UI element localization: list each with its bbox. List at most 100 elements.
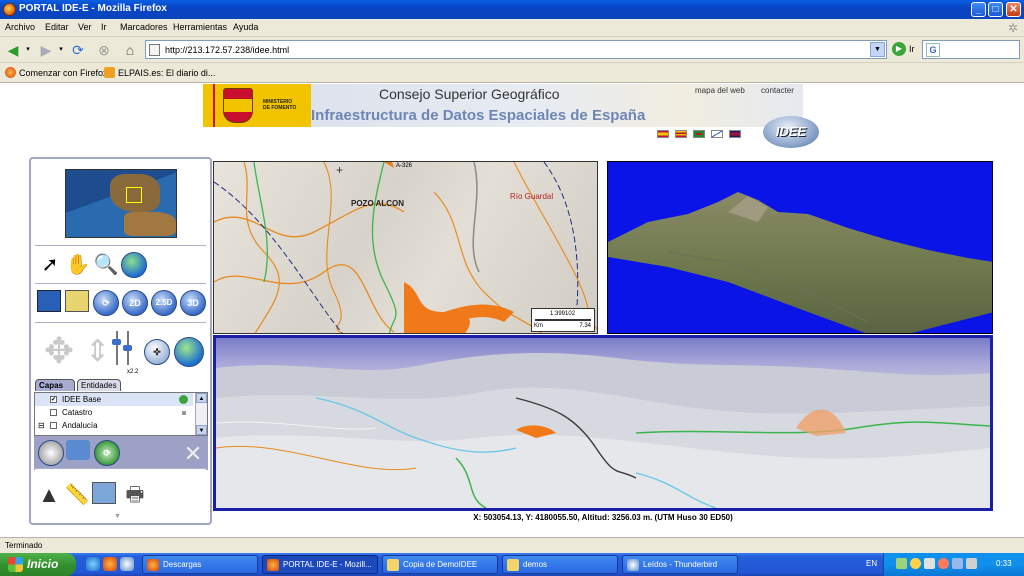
earth-globe-icon[interactable]	[174, 337, 204, 367]
google-search-icon[interactable]: G	[926, 43, 940, 57]
layer-checkbox[interactable]	[50, 409, 57, 416]
refresh-view-icon[interactable]: ⟳	[93, 290, 119, 316]
back-arrow-icon[interactable]: ◀	[3, 40, 23, 60]
idee-logo: IDEE	[763, 116, 819, 148]
menu-marcadores[interactable]: Marcadores	[120, 22, 168, 32]
stop-icon[interactable]: ⊗	[94, 40, 114, 60]
contact-link[interactable]: contacter	[761, 86, 794, 95]
measure-ruler-icon[interactable]: 📏	[64, 482, 90, 508]
menu-ir[interactable]: Ir	[101, 22, 107, 32]
start-button[interactable]: Inicio	[0, 553, 76, 576]
expand-toggle-icon[interactable]: ⊟	[38, 419, 45, 432]
map-view-icon[interactable]	[37, 290, 61, 312]
quicklaunch-ie-icon[interactable]	[86, 557, 100, 571]
print-icon[interactable]: 🖶	[122, 482, 148, 508]
task-descargas[interactable]: Descargas	[142, 555, 258, 574]
tray-network-icon[interactable]	[896, 558, 907, 569]
pan-hand-icon[interactable]: ✋	[65, 252, 91, 278]
zoom-slider[interactable]	[111, 329, 135, 369]
tray-usb-icon[interactable]	[966, 558, 977, 569]
basque-flag-icon[interactable]	[693, 130, 705, 138]
tab-entidades[interactable]: Entidades	[77, 379, 121, 391]
page-icon	[149, 44, 160, 56]
map-3d-view[interactable]	[607, 161, 993, 334]
url-bar[interactable]: http://213.172.57.238/idee.html ▼	[145, 40, 887, 59]
status-text: Terminado	[5, 541, 43, 550]
task-thunderbird[interactable]: Leídos - Thunderbird	[622, 555, 738, 574]
menu-ayuda[interactable]: Ayuda	[233, 22, 258, 32]
menu-ver[interactable]: Ver	[78, 22, 92, 32]
system-tray: 0:33	[883, 553, 1024, 576]
compass-icon[interactable]: ✜	[144, 339, 170, 365]
language-indicator[interactable]: EN	[866, 559, 877, 568]
add-wms-disk-icon[interactable]	[38, 440, 64, 466]
layer-handle-icon[interactable]	[182, 411, 186, 415]
globe-icon[interactable]	[121, 252, 147, 278]
task-portal-ide[interactable]: PORTAL IDE-E - Mozill...	[262, 555, 378, 574]
view-2-5d-button[interactable]: 2.5D	[151, 290, 177, 316]
galician-flag-icon[interactable]	[711, 130, 723, 138]
windows-logo-icon	[8, 557, 23, 572]
zoom-magnifier-icon[interactable]: 🔍	[93, 252, 119, 278]
english-flag-icon[interactable]	[729, 130, 741, 138]
remove-layer-icon[interactable]: ✕	[180, 441, 206, 467]
url-text: http://213.172.57.238/idee.html	[165, 45, 290, 55]
menu-herramientas[interactable]: Herramientas	[173, 22, 227, 32]
search-input[interactable]: G	[922, 40, 1020, 59]
layer-settings-icon[interactable]	[179, 395, 188, 404]
sitemap-link[interactable]: mapa del web	[695, 86, 745, 95]
add-folder-icon[interactable]	[66, 440, 90, 460]
overview-minimap[interactable]	[65, 169, 177, 238]
terrain-profile-icon[interactable]: ▲	[36, 482, 62, 508]
catalan-flag-icon[interactable]	[675, 130, 687, 138]
minimize-button[interactable]: _	[971, 2, 986, 17]
save-image-icon[interactable]	[92, 482, 116, 504]
back-history-dropdown[interactable]: ▾	[24, 40, 32, 60]
forward-arrow-icon[interactable]: ▶	[36, 40, 56, 60]
bookmark-elpais[interactable]: ELPAIS.es: El diario di...	[118, 68, 215, 78]
zoom-slider-thumb[interactable]	[112, 339, 121, 345]
task-copia-demoidee[interactable]: Copia de DemoIDEE	[382, 555, 498, 574]
reload-icon[interactable]: ⟳	[68, 40, 88, 60]
layer-checkbox[interactable]	[50, 422, 57, 429]
home-icon[interactable]: ⌂	[120, 40, 140, 60]
edit-map-icon[interactable]	[65, 290, 89, 312]
terrain-perspective-view[interactable]	[213, 335, 993, 511]
minimap-extent[interactable]	[126, 187, 142, 203]
tray-security-icon[interactable]	[910, 558, 921, 569]
go-button[interactable]: ▶ Ir	[892, 42, 920, 58]
layer-row-catastro[interactable]: Catastro	[35, 406, 193, 419]
pointer-arrow-icon[interactable]: ➚	[37, 252, 63, 278]
pan-arrows-icon[interactable]: ✥	[37, 329, 81, 373]
menu-archivo[interactable]: Archivo	[5, 22, 35, 32]
panel-collapse-icon[interactable]: ▼	[114, 513, 121, 520]
task-demos[interactable]: demos	[502, 555, 618, 574]
maximize-button[interactable]: □	[988, 2, 1003, 17]
tray-display-icon[interactable]	[952, 558, 963, 569]
scroll-up-icon[interactable]: ▲	[196, 393, 207, 403]
close-button[interactable]: ✕	[1006, 2, 1021, 17]
url-dropdown-icon[interactable]: ▼	[870, 42, 885, 57]
height-slider-thumb[interactable]	[123, 345, 132, 351]
quicklaunch-thunderbird-icon[interactable]	[120, 557, 134, 571]
spanish-flag-icon[interactable]	[657, 130, 669, 138]
tilt-arrows-icon[interactable]: ⇕	[85, 333, 110, 371]
scroll-down-icon[interactable]: ▼	[196, 425, 207, 435]
menu-editar[interactable]: Editar	[45, 22, 69, 32]
tray-antivirus-icon[interactable]	[938, 558, 949, 569]
forward-history-dropdown[interactable]: ▾	[57, 40, 65, 60]
tab-capas[interactable]: Capas	[35, 379, 75, 391]
view-3d-button[interactable]: 3D	[180, 290, 206, 316]
layer-toolbar: ⟳ ✕	[34, 436, 208, 470]
tray-volume-icon[interactable]	[924, 558, 935, 569]
quicklaunch-firefox-icon[interactable]	[103, 557, 117, 571]
layer-checkbox[interactable]: ✔	[50, 396, 57, 403]
reload-layers-icon[interactable]: ⟳	[94, 440, 120, 466]
map-2d-view[interactable]: POZO ALCON Río Guardal A-326 + 1:399102 …	[213, 161, 598, 334]
window-title-bar[interactable]: PORTAL IDE-E - Mozilla Firefox _ □ ✕	[0, 0, 1024, 19]
layer-row-idee-base[interactable]: ✔ IDEE Base	[35, 393, 193, 406]
view-2d-button[interactable]: 2D	[122, 290, 148, 316]
layer-row-andalucia[interactable]: ⊟ Andalucía	[35, 419, 193, 432]
bookmark-comenzar[interactable]: Comenzar con Firefox	[19, 68, 108, 78]
layer-list-scrollbar[interactable]: ▲ ▼	[195, 393, 207, 435]
